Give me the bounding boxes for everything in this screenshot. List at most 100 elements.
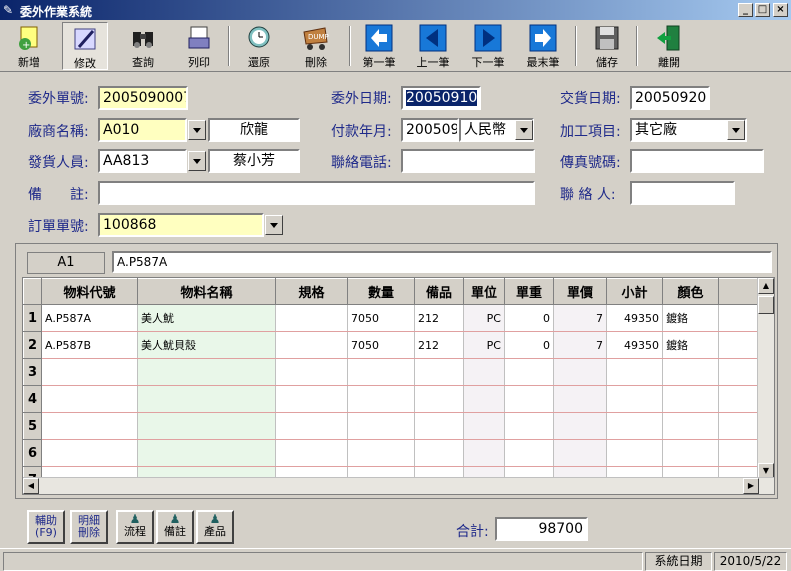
column-header[interactable]: 物料代號 [41,278,138,305]
cell-qty[interactable]: 7050 [347,331,415,359]
row-number[interactable]: 3 [23,358,42,386]
column-header[interactable]: 數量 [347,278,415,305]
table-row[interactable]: 1 A.P587A 美人魷 7050 212 PC 0 7 49350 鍍鉻 [23,304,759,332]
cell-extra[interactable] [718,331,759,359]
cell-subtotal[interactable] [606,439,663,467]
title-bar[interactable]: ✎ 委外作業系統 _ □ × [0,0,791,20]
exit-button[interactable]: 離開 [646,22,692,70]
cell-extra[interactable] [718,358,759,386]
scroll-left-arrow-icon[interactable]: ◀ [23,478,39,494]
row-number[interactable]: 1 [23,304,42,332]
cell-subtotal[interactable] [606,358,663,386]
cell-extra[interactable] [718,385,759,413]
cell-unit[interactable] [463,358,505,386]
scroll-right-arrow-icon[interactable]: ▶ [743,478,759,494]
cell-price[interactable]: 7 [553,331,607,359]
cell-weight[interactable]: 0 [504,331,554,359]
fax-field[interactable] [630,149,764,173]
cell-price[interactable] [553,439,607,467]
cell-weight[interactable] [504,385,554,413]
first-record-button[interactable]: 第一筆 [356,22,402,70]
assist-button[interactable]: 輔助 (F9) [27,510,65,544]
horizontal-scrollbar[interactable]: ◀ ▶ [23,477,774,494]
cell-weight[interactable] [504,358,554,386]
cell-name[interactable]: 美人魷貝殼 [137,331,276,359]
cell-spare[interactable] [414,412,464,440]
sales-order-field[interactable]: 100868 [98,213,264,237]
print-button[interactable]: 列印 [176,22,222,70]
column-header[interactable]: 顏色 [662,278,719,305]
add-button[interactable]: + 新增 [6,22,52,70]
order-no-field[interactable]: 2005090007 [98,86,188,110]
cell-code[interactable] [41,439,138,467]
cell-value-field[interactable]: A.P587A [112,251,772,273]
edit-button[interactable]: 修改 [62,22,108,70]
scroll-thumb[interactable] [758,296,774,314]
column-header[interactable]: 備品 [414,278,464,305]
sender-name-field[interactable]: 蔡小芳 [208,149,300,173]
cell-subtotal[interactable] [606,412,663,440]
cell-spec[interactable] [275,358,348,386]
process-dropdown-button[interactable] [727,120,745,140]
vendor-name-field[interactable]: 欣龍 [208,118,300,142]
query-button[interactable]: 查詢 [120,22,166,70]
cell-color[interactable]: 鍍鉻 [662,331,719,359]
cell-price[interactable] [553,412,607,440]
cell-extra[interactable] [718,439,759,467]
table-row[interactable]: 4 [23,385,759,413]
delete-detail-button[interactable]: 明細 刪除 [70,510,108,544]
last-record-button[interactable]: 最末筆 [520,22,566,70]
cell-qty[interactable] [347,412,415,440]
cell-price[interactable] [553,358,607,386]
cell-weight[interactable]: 0 [504,304,554,332]
column-header[interactable]: 小計 [606,278,663,305]
cell-name[interactable] [137,385,276,413]
cell-name[interactable] [137,412,276,440]
cell-qty[interactable] [347,385,415,413]
cell-price[interactable]: 7 [553,304,607,332]
pay-month-field[interactable]: 200509 [401,118,459,142]
cell-name[interactable] [137,358,276,386]
cell-spec[interactable] [275,439,348,467]
contact-field[interactable] [630,181,735,205]
cell-price[interactable] [553,385,607,413]
column-header[interactable]: 物料名稱 [137,278,276,305]
row-number[interactable]: 4 [23,385,42,413]
detail-grid[interactable]: 物料代號 物料名稱 規格 數量 備品 單位 單重 單價 小計 顏色 1 A.P58… [22,277,775,495]
scroll-up-arrow-icon[interactable]: ▲ [758,278,774,294]
remark-button[interactable]: ♟ 備註 [156,510,194,544]
cell-spare[interactable] [414,385,464,413]
cell-extra[interactable] [718,304,759,332]
sender-code-field[interactable]: AA813 [98,149,187,173]
delete-button[interactable]: DUMP 刪除 [293,22,339,70]
table-row[interactable]: 5 [23,412,759,440]
cell-unit[interactable] [463,385,505,413]
cell-color[interactable] [662,439,719,467]
cell-subtotal[interactable]: 49350 [606,331,663,359]
product-button[interactable]: ♟ 產品 [196,510,234,544]
order-date-field[interactable]: 20050910 [401,86,481,110]
sales-order-dropdown-button[interactable] [265,215,283,235]
cell-unit[interactable]: PC [463,331,505,359]
cell-subtotal[interactable]: 49350 [606,304,663,332]
cell-color[interactable]: 鍍鉻 [662,304,719,332]
next-record-button[interactable]: 下一筆 [465,22,511,70]
cell-qty[interactable]: 7050 [347,304,415,332]
cell-spare[interactable] [414,358,464,386]
column-header[interactable]: 單價 [553,278,607,305]
cell-color[interactable] [662,412,719,440]
column-header[interactable]: 單重 [504,278,554,305]
minimize-button[interactable]: _ [738,3,753,17]
cell-code[interactable] [41,358,138,386]
row-number[interactable]: 5 [23,412,42,440]
cell-code[interactable]: A.P587A [41,304,138,332]
save-button[interactable]: 儲存 [584,22,630,70]
note-field[interactable] [98,181,535,205]
cell-spare[interactable] [414,439,464,467]
cell-name[interactable] [137,439,276,467]
currency-dropdown-button[interactable] [515,120,533,140]
vertical-scrollbar[interactable]: ▲ ▼ [757,278,774,479]
cell-extra[interactable] [718,412,759,440]
cell-code[interactable] [41,412,138,440]
column-header[interactable]: 規格 [275,278,348,305]
